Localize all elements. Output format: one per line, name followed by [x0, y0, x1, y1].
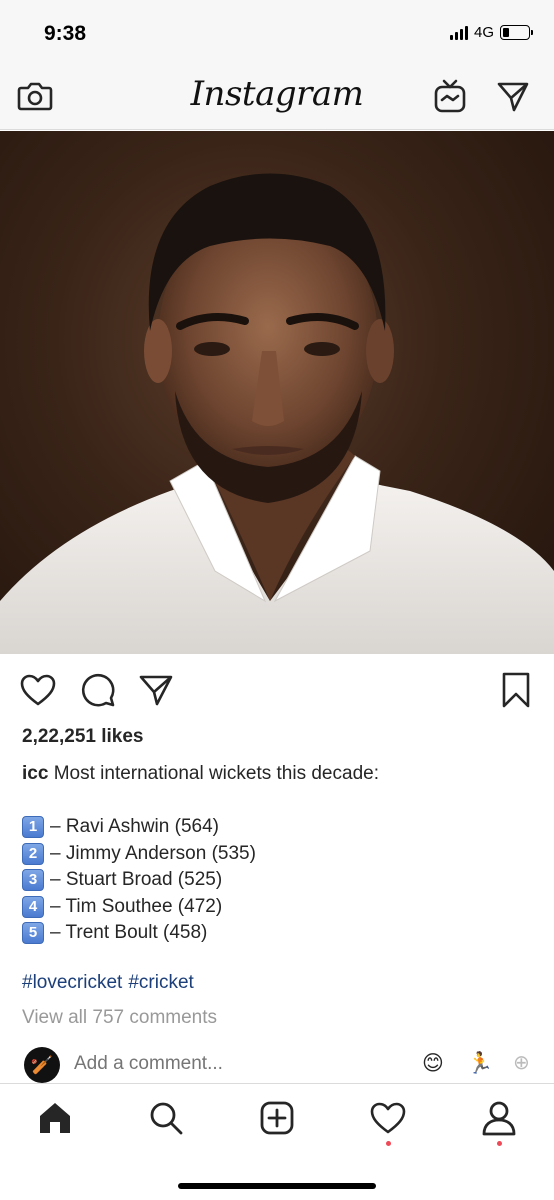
heart-icon[interactable] [18, 670, 58, 710]
home-indicator[interactable] [178, 1183, 376, 1189]
profile-notification-dot [496, 1141, 502, 1146]
share-icon[interactable] [136, 670, 176, 710]
keycap-number-icon: 1 [22, 816, 44, 839]
runner-emoji-button[interactable]: 🏃 [467, 1053, 493, 1074]
post-caption: icc Most international wickets this deca… [22, 761, 537, 947]
keycap-number-icon: 2 [22, 842, 44, 865]
view-all-comments-link[interactable]: View all 757 comments [22, 1007, 217, 1029]
igtv-icon[interactable] [431, 77, 469, 115]
instagram-logo: Instagram [190, 74, 364, 114]
keycap-number-icon: 5 [22, 922, 44, 945]
ranking-text: – Stuart Broad (525) [50, 869, 223, 890]
ranking-text: – Tim Southee (472) [50, 895, 223, 917]
add-comment-row: 🏏 😊 🏃 ⊕ [0, 1045, 554, 1083]
add-reaction-icon[interactable]: ⊕ [513, 1053, 530, 1073]
battery-level [503, 28, 509, 37]
post-actions [0, 668, 554, 712]
status-time: 9:38 [44, 22, 87, 45]
hashtag-link[interactable]: #cricket [128, 972, 193, 993]
smile-emoji-button[interactable]: 😊 [422, 1053, 444, 1074]
status-bar: 9:38 4G [0, 0, 554, 64]
ranking-item: 4 – Tim Southee (472) [22, 894, 537, 921]
new-post-icon[interactable] [255, 1096, 299, 1140]
ranking-item: 1 – Ravi Ashwin (564) [22, 814, 537, 841]
caption-username[interactable]: icc [22, 763, 48, 784]
avatar: 🏏 [24, 1047, 60, 1083]
hashtags: #lovecricket #cricket [22, 972, 200, 994]
portrait-photo [0, 173, 554, 654]
home-icon[interactable] [33, 1096, 77, 1140]
status-indicators: 4G [449, 24, 533, 41]
ranking-item: 2 – Jimmy Anderson (535) [22, 841, 537, 868]
profile-icon[interactable] [477, 1096, 521, 1146]
bookmark-icon[interactable] [496, 670, 536, 710]
rankings-list: 1 – Ravi Ashwin (564) 2 – Jimmy Anderson (5… [22, 814, 537, 947]
direct-message-icon[interactable] [494, 77, 532, 115]
app-header: Instagram [0, 64, 554, 130]
activity-notification-dot [385, 1141, 391, 1146]
ranking-text: – Ravi Ashwin (564) [50, 816, 219, 837]
battery-icon [500, 25, 533, 40]
ranking-item: 3 – Stuart Broad (525) [22, 867, 537, 894]
avatar-icon: 🏏 [30, 1054, 54, 1075]
tab-bar [0, 1083, 554, 1200]
caption-intro: Most international wickets this decade: [53, 763, 379, 784]
search-icon[interactable] [144, 1096, 188, 1140]
keycap-number-icon: 4 [22, 895, 44, 918]
hashtag-link[interactable]: #lovecricket [22, 972, 122, 993]
ranking-text: – Trent Boult (458) [50, 922, 208, 943]
ranking-item: 5 – Trent Boult (458) [22, 920, 537, 947]
comment-icon[interactable] [78, 670, 118, 710]
network-type: 4G [473, 24, 494, 41]
likes-count[interactable]: 2,22,251 likes [22, 726, 144, 748]
post-image[interactable] [0, 131, 554, 654]
keycap-number-icon: 3 [22, 869, 44, 892]
activity-icon[interactable] [366, 1096, 410, 1146]
add-comment-input[interactable] [74, 1053, 374, 1075]
ranking-text: – Jimmy Anderson (535) [50, 842, 256, 864]
signal-icon [449, 25, 468, 40]
